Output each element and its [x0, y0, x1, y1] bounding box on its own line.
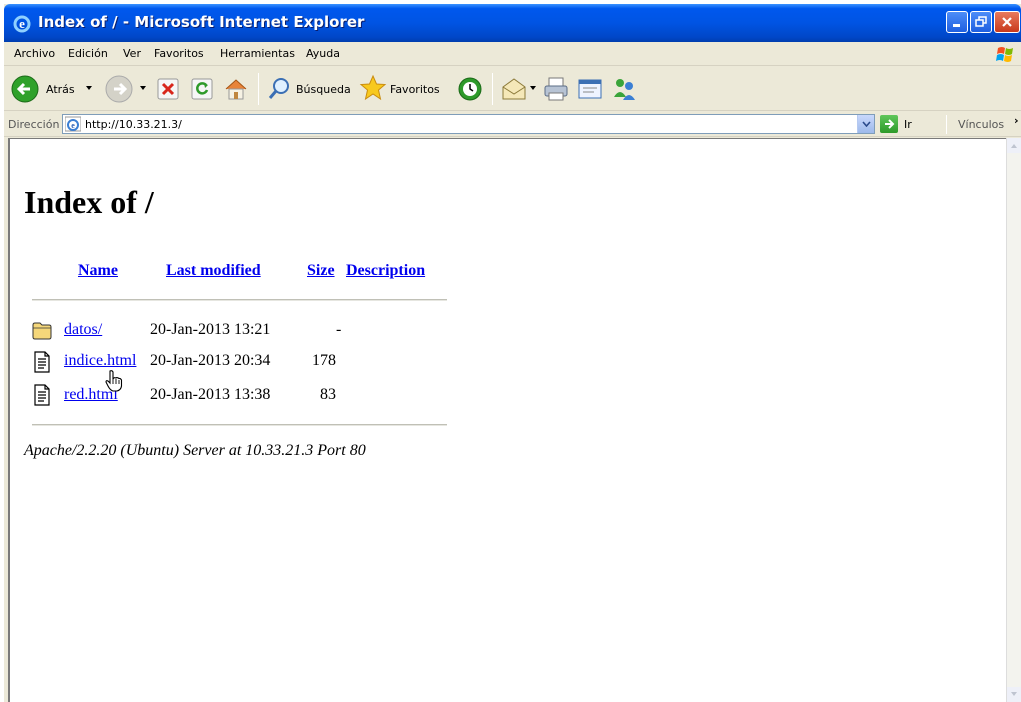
go-label[interactable]: Ir [904, 118, 912, 131]
windows-flag-icon [994, 43, 1018, 65]
server-signature: Apache/2.2.20 (Ubuntu) Server at 10.33.2… [24, 442, 366, 459]
minimize-icon [953, 24, 960, 27]
column-header-last-modified[interactable]: Last modified [166, 262, 261, 280]
scroll-up-button[interactable] [1007, 138, 1021, 153]
links-chevron-icon[interactable]: › [1014, 114, 1019, 127]
address-input[interactable] [85, 118, 845, 131]
back-dropdown-icon[interactable] [86, 86, 92, 90]
table-row-size: 83 [320, 386, 336, 403]
column-header-name[interactable]: Name [78, 262, 118, 280]
address-bar: Dirección e Ir Vínculos › [4, 112, 1021, 137]
menu-bar: Archivo Edición Ver Favoritos Herramient… [4, 42, 1021, 66]
table-row-size: - [336, 321, 342, 338]
table-row-name-link[interactable]: indice.html [64, 352, 136, 370]
ie-logo-icon: e [13, 15, 31, 33]
menu-favoritos[interactable]: Favoritos [154, 47, 204, 60]
links-separator [946, 115, 947, 134]
restore-button[interactable] [970, 11, 992, 33]
toolbar-separator [258, 73, 259, 105]
svg-text:e: e [19, 16, 25, 31]
edit-icon[interactable] [576, 75, 604, 103]
menu-ver[interactable]: Ver [123, 47, 141, 60]
address-box[interactable]: e [62, 114, 875, 134]
forward-arrow-icon[interactable] [104, 74, 134, 104]
file-icon [34, 384, 50, 406]
back-label[interactable]: Atrás [46, 83, 75, 96]
back-arrow-icon[interactable] [10, 74, 40, 104]
title-bar[interactable]: e Index of / - Microsoft Internet Explor… [4, 4, 1021, 42]
chevron-down-icon [861, 121, 871, 127]
arrow-down-icon [1011, 692, 1017, 696]
go-arrow-icon [885, 119, 895, 129]
close-icon [1002, 17, 1012, 27]
close-button[interactable] [994, 11, 1020, 33]
vertical-scrollbar[interactable] [1006, 138, 1021, 702]
table-row-modified: 20-Jan-2013 13:21 [150, 321, 271, 338]
browser-window: e Index of / - Microsoft Internet Explor… [4, 4, 1021, 702]
folder-icon [32, 322, 52, 340]
divider [32, 424, 447, 426]
address-dropdown-button[interactable] [857, 115, 874, 133]
column-header-size[interactable]: Size [307, 262, 335, 280]
window-title: Index of / - Microsoft Internet Explorer [38, 13, 365, 31]
stop-icon[interactable] [156, 77, 180, 101]
menu-herramientas[interactable]: Herramientas [220, 47, 295, 60]
toolbar-separator [492, 73, 493, 105]
favorites-star-icon[interactable] [358, 73, 388, 103]
go-button[interactable] [880, 115, 898, 133]
table-row-modified: 20-Jan-2013 13:38 [150, 386, 271, 403]
arrow-up-icon [1011, 144, 1017, 148]
page-ie-icon: e [65, 116, 81, 132]
file-icon [34, 351, 50, 373]
page-title: Index of / [24, 184, 154, 220]
address-label: Dirección [8, 118, 60, 131]
menu-archivo[interactable]: Archivo [14, 47, 55, 60]
links-label[interactable]: Vínculos [958, 118, 1004, 131]
home-icon[interactable] [222, 75, 250, 103]
print-icon[interactable] [542, 75, 570, 103]
minimize-button[interactable] [946, 11, 968, 33]
favorites-label[interactable]: Favoritos [390, 83, 440, 96]
table-row-name-link[interactable]: datos/ [64, 321, 102, 339]
table-row-size: 178 [312, 352, 336, 369]
scroll-down-button[interactable] [1007, 687, 1021, 702]
history-icon[interactable] [456, 75, 484, 103]
page-content: Index of / Name Last modified Size Descr… [8, 138, 1006, 702]
menu-edicion[interactable]: Edición [68, 47, 108, 60]
svg-text:e: e [71, 121, 75, 130]
hand-cursor-icon [105, 370, 123, 392]
messenger-icon[interactable] [610, 75, 638, 103]
search-icon[interactable] [266, 75, 294, 103]
refresh-icon[interactable] [190, 77, 214, 101]
restore-icon [975, 16, 987, 27]
standard-toolbar: Atrás Búsqueda Favoritos [4, 67, 1021, 111]
search-label[interactable]: Búsqueda [296, 83, 351, 96]
mail-dropdown-icon[interactable] [530, 86, 536, 90]
mail-icon[interactable] [500, 75, 528, 103]
menu-ayuda[interactable]: Ayuda [306, 47, 340, 60]
table-row-modified: 20-Jan-2013 20:34 [150, 352, 271, 369]
divider [32, 299, 447, 301]
column-header-description[interactable]: Description [346, 262, 425, 280]
forward-dropdown-icon[interactable] [140, 86, 146, 90]
